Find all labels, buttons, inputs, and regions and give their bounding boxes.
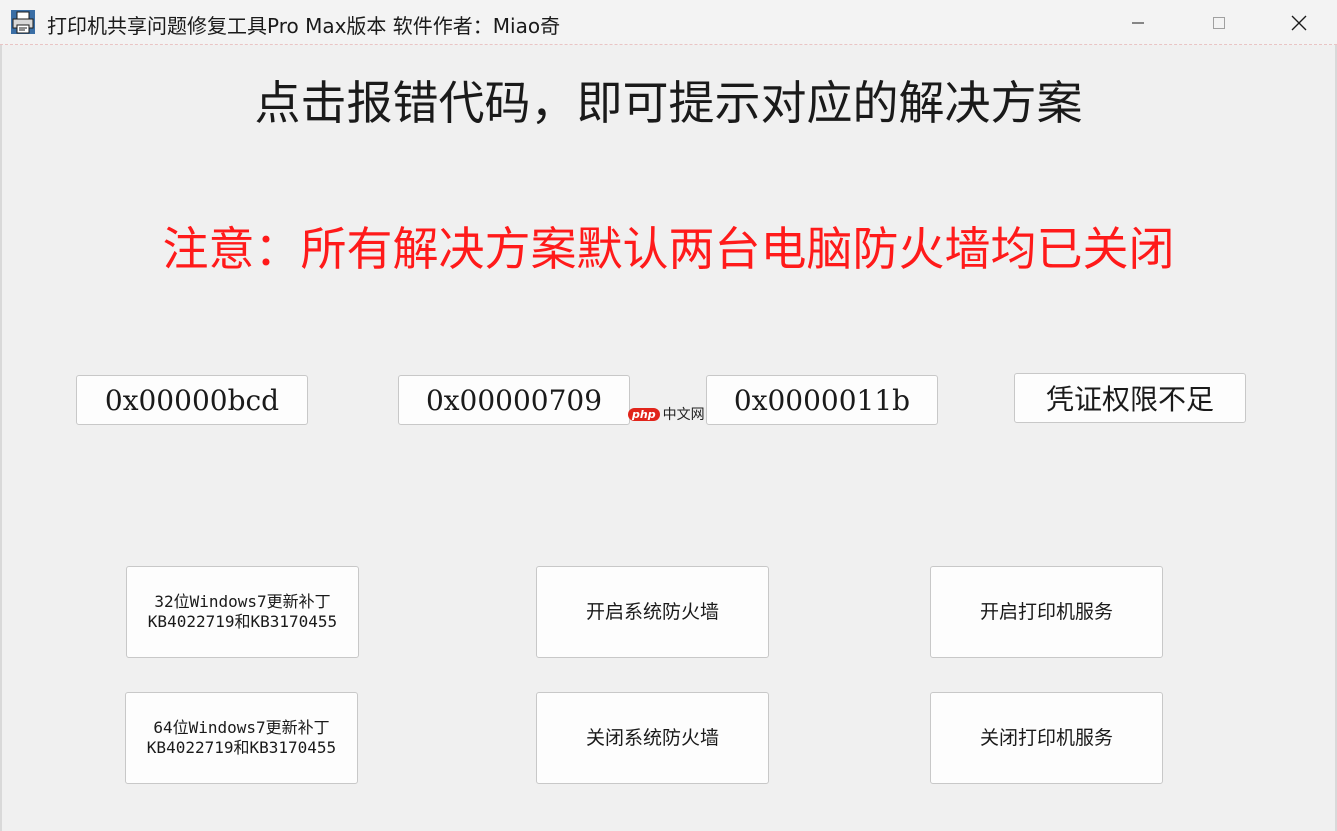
patch32-line1: 32位Windows7更新补丁 <box>154 592 331 611</box>
patch32-line2: KB4022719和KB3170455 <box>147 612 338 631</box>
maximize-button[interactable] <box>1196 0 1242 45</box>
win7-32bit-patch-button[interactable]: 32位Windows7更新补丁 KB4022719和KB3170455 <box>126 566 359 658</box>
disable-firewall-button[interactable]: 关闭系统防火墙 <box>536 692 769 784</box>
patch64-line2: KB4022719和KB3170455 <box>146 738 337 757</box>
disable-printer-service-button[interactable]: 关闭打印机服务 <box>930 692 1163 784</box>
minimize-icon <box>1131 16 1145 30</box>
close-icon <box>1291 15 1307 31</box>
error-code-0x00000bcd-button[interactable]: 0x00000bcd <box>76 375 308 425</box>
maximize-icon <box>1212 16 1226 30</box>
insufficient-credentials-button[interactable]: 凭证权限不足 <box>1014 373 1246 423</box>
window-title: 打印机共享问题修复工具Pro Max版本 软件作者：Miao奇 <box>47 14 561 38</box>
printer-icon <box>10 9 36 35</box>
close-button[interactable] <box>1276 0 1322 45</box>
site-watermark: php 中文网 <box>628 404 705 424</box>
watermark-text: 中文网 <box>662 407 705 423</box>
enable-firewall-button[interactable]: 开启系统防火墙 <box>536 566 769 658</box>
enable-printer-service-button[interactable]: 开启打印机服务 <box>930 566 1163 658</box>
firewall-notice: 注意：所有解决方案默认两台电脑防火墙均已关闭 <box>162 222 1175 276</box>
title-bar: 打印机共享问题修复工具Pro Max版本 软件作者：Miao奇 <box>0 0 1337 45</box>
error-code-0x0000011b-button[interactable]: 0x0000011b <box>706 375 938 425</box>
error-code-0x00000709-button[interactable]: 0x00000709 <box>398 375 630 425</box>
minimize-button[interactable] <box>1115 0 1161 45</box>
page-heading: 点击报错代码，即可提示对应的解决方案 <box>254 76 1083 130</box>
patch64-line1: 64位Windows7更新补丁 <box>153 718 330 737</box>
watermark-logo: php <box>628 407 660 421</box>
win7-64bit-patch-button[interactable]: 64位Windows7更新补丁 KB4022719和KB3170455 <box>125 692 358 784</box>
